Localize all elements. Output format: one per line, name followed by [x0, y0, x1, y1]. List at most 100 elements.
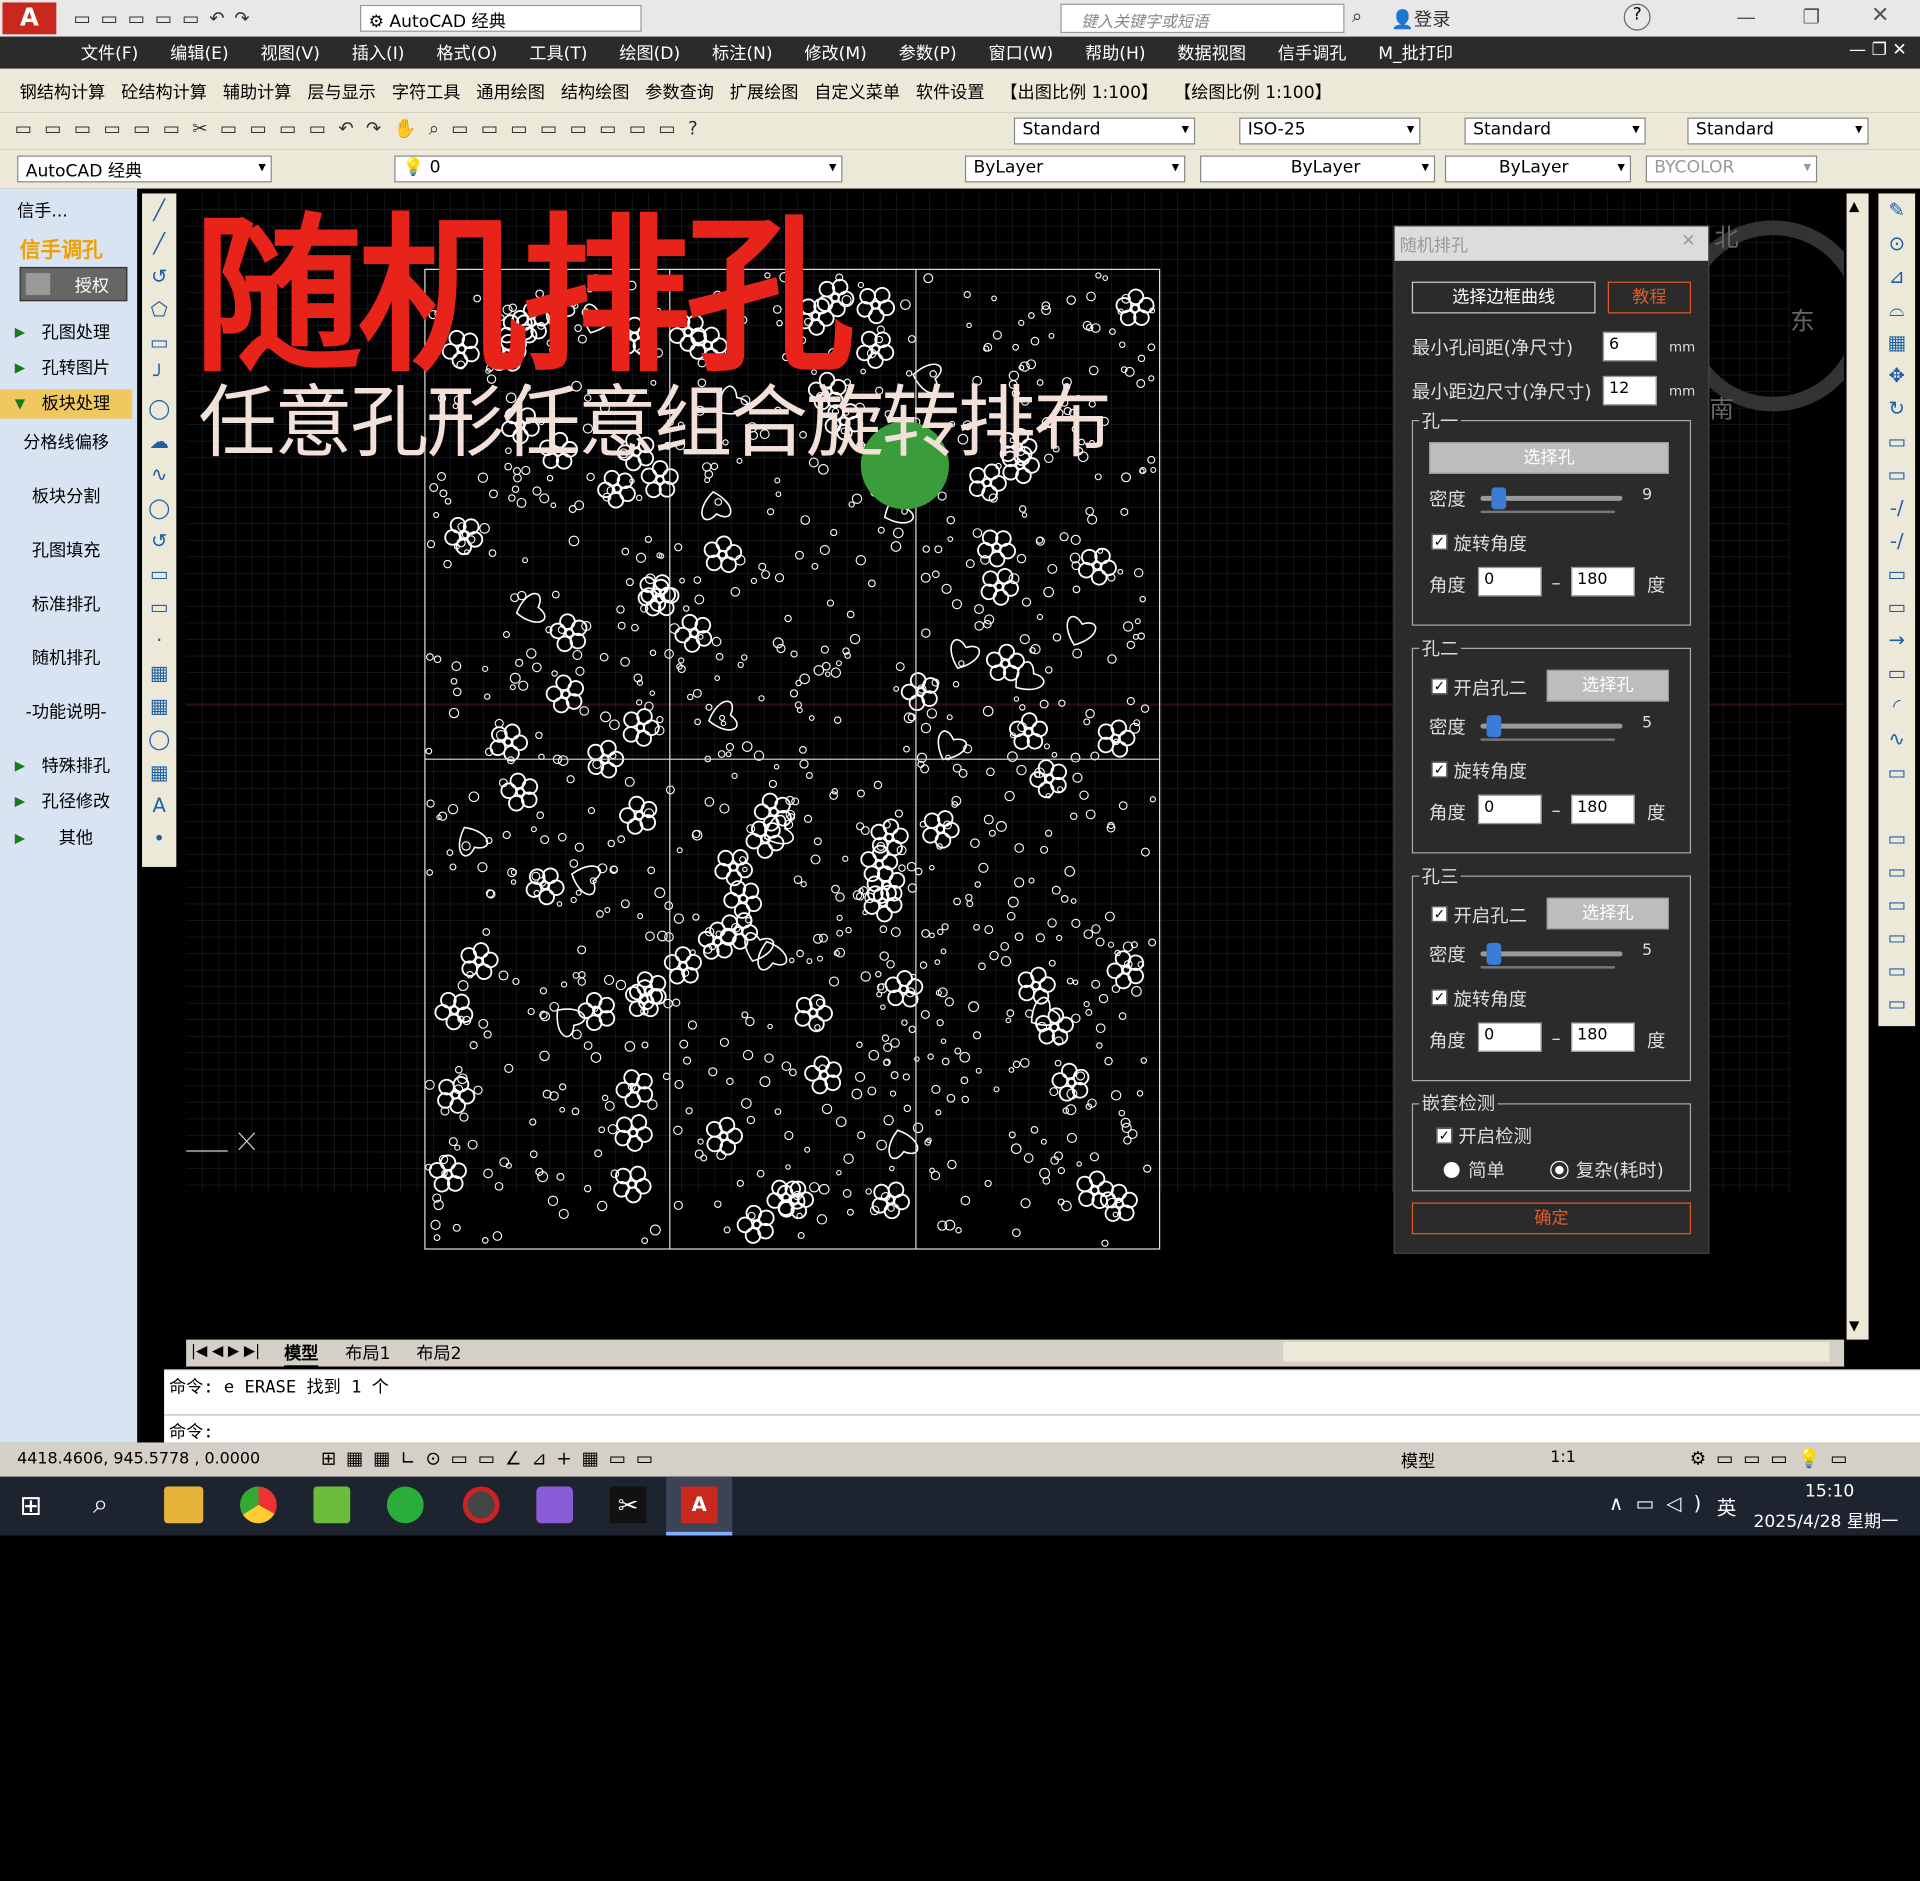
select-boundary-button[interactable]: 选择边框曲线 — [1411, 281, 1596, 314]
restore-icon[interactable]: ❐ — [1802, 5, 1820, 28]
hole3-density-slider[interactable] — [1480, 951, 1623, 957]
tab-nav-icons[interactable]: |◀ ◀ ▶ ▶| — [191, 1342, 260, 1359]
plugin-menu-item[interactable]: 通用绘图 — [476, 80, 545, 104]
linetype-combo[interactable]: ByLayer — [1200, 155, 1436, 183]
sidebar-item[interactable]: 板块分割 — [0, 482, 132, 511]
menu-item[interactable]: 插入(I) — [352, 40, 405, 64]
tray-icons[interactable]: ∧▭◁) — [1609, 1491, 1714, 1514]
plugin-menu-item[interactable]: 软件设置 — [916, 80, 985, 104]
capcut-icon[interactable]: ✂ — [609, 1486, 647, 1524]
file-explorer-icon[interactable] — [164, 1486, 204, 1524]
plugin-menu-item[interactable]: 参数查询 — [645, 80, 714, 104]
draw-tool-icons[interactable]: ╱ ╱ ↺ ⬠ ▭ ╯ ◯ ☁ ∿ ◯ ↺ ▭ ▭ · ▦ ▦ ◯ ▦ A • — [142, 193, 176, 854]
sidebar-item[interactable]: ▶ 孔图处理 — [0, 318, 132, 347]
menu-item[interactable]: 视图(V) — [261, 40, 320, 64]
hole3-enable-checkbox[interactable]: ✓ — [1431, 906, 1448, 923]
hole2-density-knob[interactable] — [1486, 715, 1501, 738]
hole2-select-button[interactable]: 选择孔 — [1546, 669, 1669, 702]
layer-combo[interactable]: 💡 0 — [394, 155, 843, 183]
hole1-select-button[interactable]: 选择孔 — [1428, 442, 1669, 474]
tab-layout1[interactable]: 布局1 — [345, 1341, 390, 1365]
min-gap-input[interactable]: 6 — [1602, 331, 1657, 362]
menu-item[interactable]: 帮助(H) — [1085, 40, 1146, 64]
hole2-angle-from-input[interactable]: 0 — [1477, 794, 1542, 825]
ok-button[interactable]: 确定 — [1411, 1202, 1692, 1235]
auth-button[interactable]: 授权 — [19, 266, 128, 302]
mdi-controls[interactable]: — ❐ ✕ — [1849, 40, 1907, 60]
simple-radio[interactable] — [1443, 1162, 1460, 1178]
hole3-rotate-checkbox[interactable]: ✓ — [1431, 989, 1448, 1006]
menu-item[interactable]: 窗口(W) — [989, 40, 1054, 64]
horizontal-scrollbar[interactable] — [1283, 1342, 1830, 1362]
tab-model[interactable]: 模型 — [284, 1341, 319, 1368]
plugin-menu-item[interactable]: 砼结构计算 — [121, 80, 207, 104]
menu-item[interactable]: 编辑(E) — [170, 40, 229, 64]
hole2-angle-to-input[interactable]: 180 — [1571, 794, 1635, 825]
plugin-menu-item[interactable]: 层与显示 — [307, 80, 376, 104]
search-icon[interactable]: ⌕ — [93, 1489, 108, 1520]
sidebar-item[interactable]: 孔图填充 — [0, 536, 132, 565]
standard-tool-icons[interactable]: ▭▭▭▭▭▭✂▭▭▭▭↶↷✋⌕▭▭▭▭▭▭▭▭? — [15, 118, 710, 140]
plugin-menu-item[interactable]: 自定义菜单 — [814, 80, 900, 104]
drafting-toggles[interactable]: ⊞▦▦∟⊙▭▭∠⊿+▦▭▭ — [321, 1447, 663, 1469]
hole2-density-slider[interactable] — [1480, 723, 1623, 729]
hole1-angle-from-input[interactable]: 0 — [1477, 566, 1542, 597]
status-tray-icons[interactable]: ⚙▭▭▭💡▭ — [1690, 1447, 1858, 1469]
menu-item[interactable]: 修改(M) — [804, 40, 866, 64]
wechat-icon[interactable] — [386, 1486, 424, 1524]
menu-item[interactable]: 数据视图 — [1177, 40, 1246, 64]
hole2-enable-checkbox[interactable]: ✓ — [1431, 678, 1448, 695]
plugin-menu-item[interactable]: 【绘图比例 1:100】 — [1174, 80, 1332, 104]
sidebar-item[interactable]: 分格线偏移 — [0, 429, 132, 458]
hole3-angle-to-input[interactable]: 180 — [1571, 1022, 1635, 1052]
workspace-combo[interactable]: ⚙ AutoCAD 经典 — [360, 4, 642, 32]
menu-item[interactable]: M_批打印 — [1378, 40, 1453, 64]
autocad-task-icon[interactable]: A — [666, 1476, 733, 1536]
plugin-menu-item[interactable]: 结构绘图 — [561, 80, 630, 104]
visual-studio-icon[interactable] — [536, 1486, 574, 1524]
hole3-select-button[interactable]: 选择孔 — [1546, 897, 1669, 930]
hole1-angle-to-input[interactable]: 180 — [1571, 566, 1635, 597]
sidebar-item[interactable]: ▼ 板块处理 — [0, 389, 133, 419]
modify-tool-icons[interactable]: ✎ ⊙ ⊿ ⌓ ▦ ✥ ↻ ▭ ▭ -/-/▭ ▭ → ▭ ◜ ∿ ▭ ▭ ▭ ▭ ▭ ▭ ▭ — [1878, 193, 1915, 1020]
close-icon[interactable]: ✕ — [1871, 2, 1889, 28]
command-window[interactable]: 命令: e ERASE 找到 1 个 命令: — [164, 1368, 1920, 1443]
plugin-menu-item[interactable]: 【出图比例 1:100】 — [1000, 80, 1158, 104]
menu-item[interactable]: 绘图(D) — [619, 40, 680, 64]
tutorial-button[interactable]: 教程 — [1607, 281, 1692, 314]
complex-radio[interactable] — [1550, 1160, 1569, 1180]
binoculars-icon[interactable]: ⌕ — [1352, 5, 1362, 27]
tab-layout2[interactable]: 布局2 — [416, 1341, 461, 1365]
minimize-icon[interactable]: — — [1736, 5, 1756, 28]
model-space-button[interactable]: 模型 — [1401, 1449, 1435, 1473]
chrome-icon[interactable] — [240, 1486, 277, 1524]
menu-item[interactable]: 参数(P) — [899, 40, 957, 64]
sidebar-item[interactable]: ▶ 特殊排孔 — [0, 752, 132, 781]
autocad-logo-icon[interactable]: A — [2, 2, 57, 35]
recorder-icon[interactable] — [462, 1486, 500, 1524]
mleader-style-combo[interactable]: Standard — [1687, 117, 1869, 145]
sidebar-item[interactable]: ▶ 孔转图片 — [0, 354, 132, 383]
quick-access-icons[interactable]: ▭▭▭▭▭↶↷ — [73, 7, 259, 29]
compass-north[interactable]: 北 — [1714, 218, 1738, 254]
dim-style-combo[interactable]: ISO-25 — [1239, 117, 1421, 145]
menu-item[interactable]: 工具(T) — [529, 40, 587, 64]
text-style-combo[interactable]: Standard — [1013, 117, 1196, 145]
sidebar-item[interactable]: 标准排孔 — [0, 590, 132, 619]
sidebar-item[interactable]: ▶ 其他 — [0, 824, 132, 853]
sidebar-item[interactable]: ▶ 孔径修改 — [0, 787, 132, 816]
compass-south[interactable]: 南 — [1709, 389, 1733, 425]
hole2-rotate-checkbox[interactable]: ✓ — [1431, 761, 1448, 778]
annotation-scale[interactable]: 1:1 — [1550, 1449, 1576, 1467]
clock-time[interactable]: 15:10 — [1805, 1482, 1854, 1502]
workspace-combo-2[interactable]: AutoCAD 经典 — [17, 155, 272, 183]
hole1-density-knob[interactable] — [1491, 487, 1507, 510]
menu-item[interactable]: 文件(F) — [81, 40, 139, 64]
clock-date[interactable]: 2025/4/28 星期一 — [1753, 1509, 1898, 1533]
sidebar-item[interactable]: -功能说明- — [0, 698, 132, 727]
windows-start-icon[interactable]: ⊞ — [20, 1491, 43, 1522]
hole1-rotate-checkbox[interactable]: ✓ — [1431, 533, 1448, 550]
hole3-angle-from-input[interactable]: 0 — [1477, 1022, 1542, 1052]
menu-item[interactable]: 标注(N) — [712, 40, 772, 64]
lineweight-combo[interactable]: ByLayer — [1444, 155, 1632, 183]
